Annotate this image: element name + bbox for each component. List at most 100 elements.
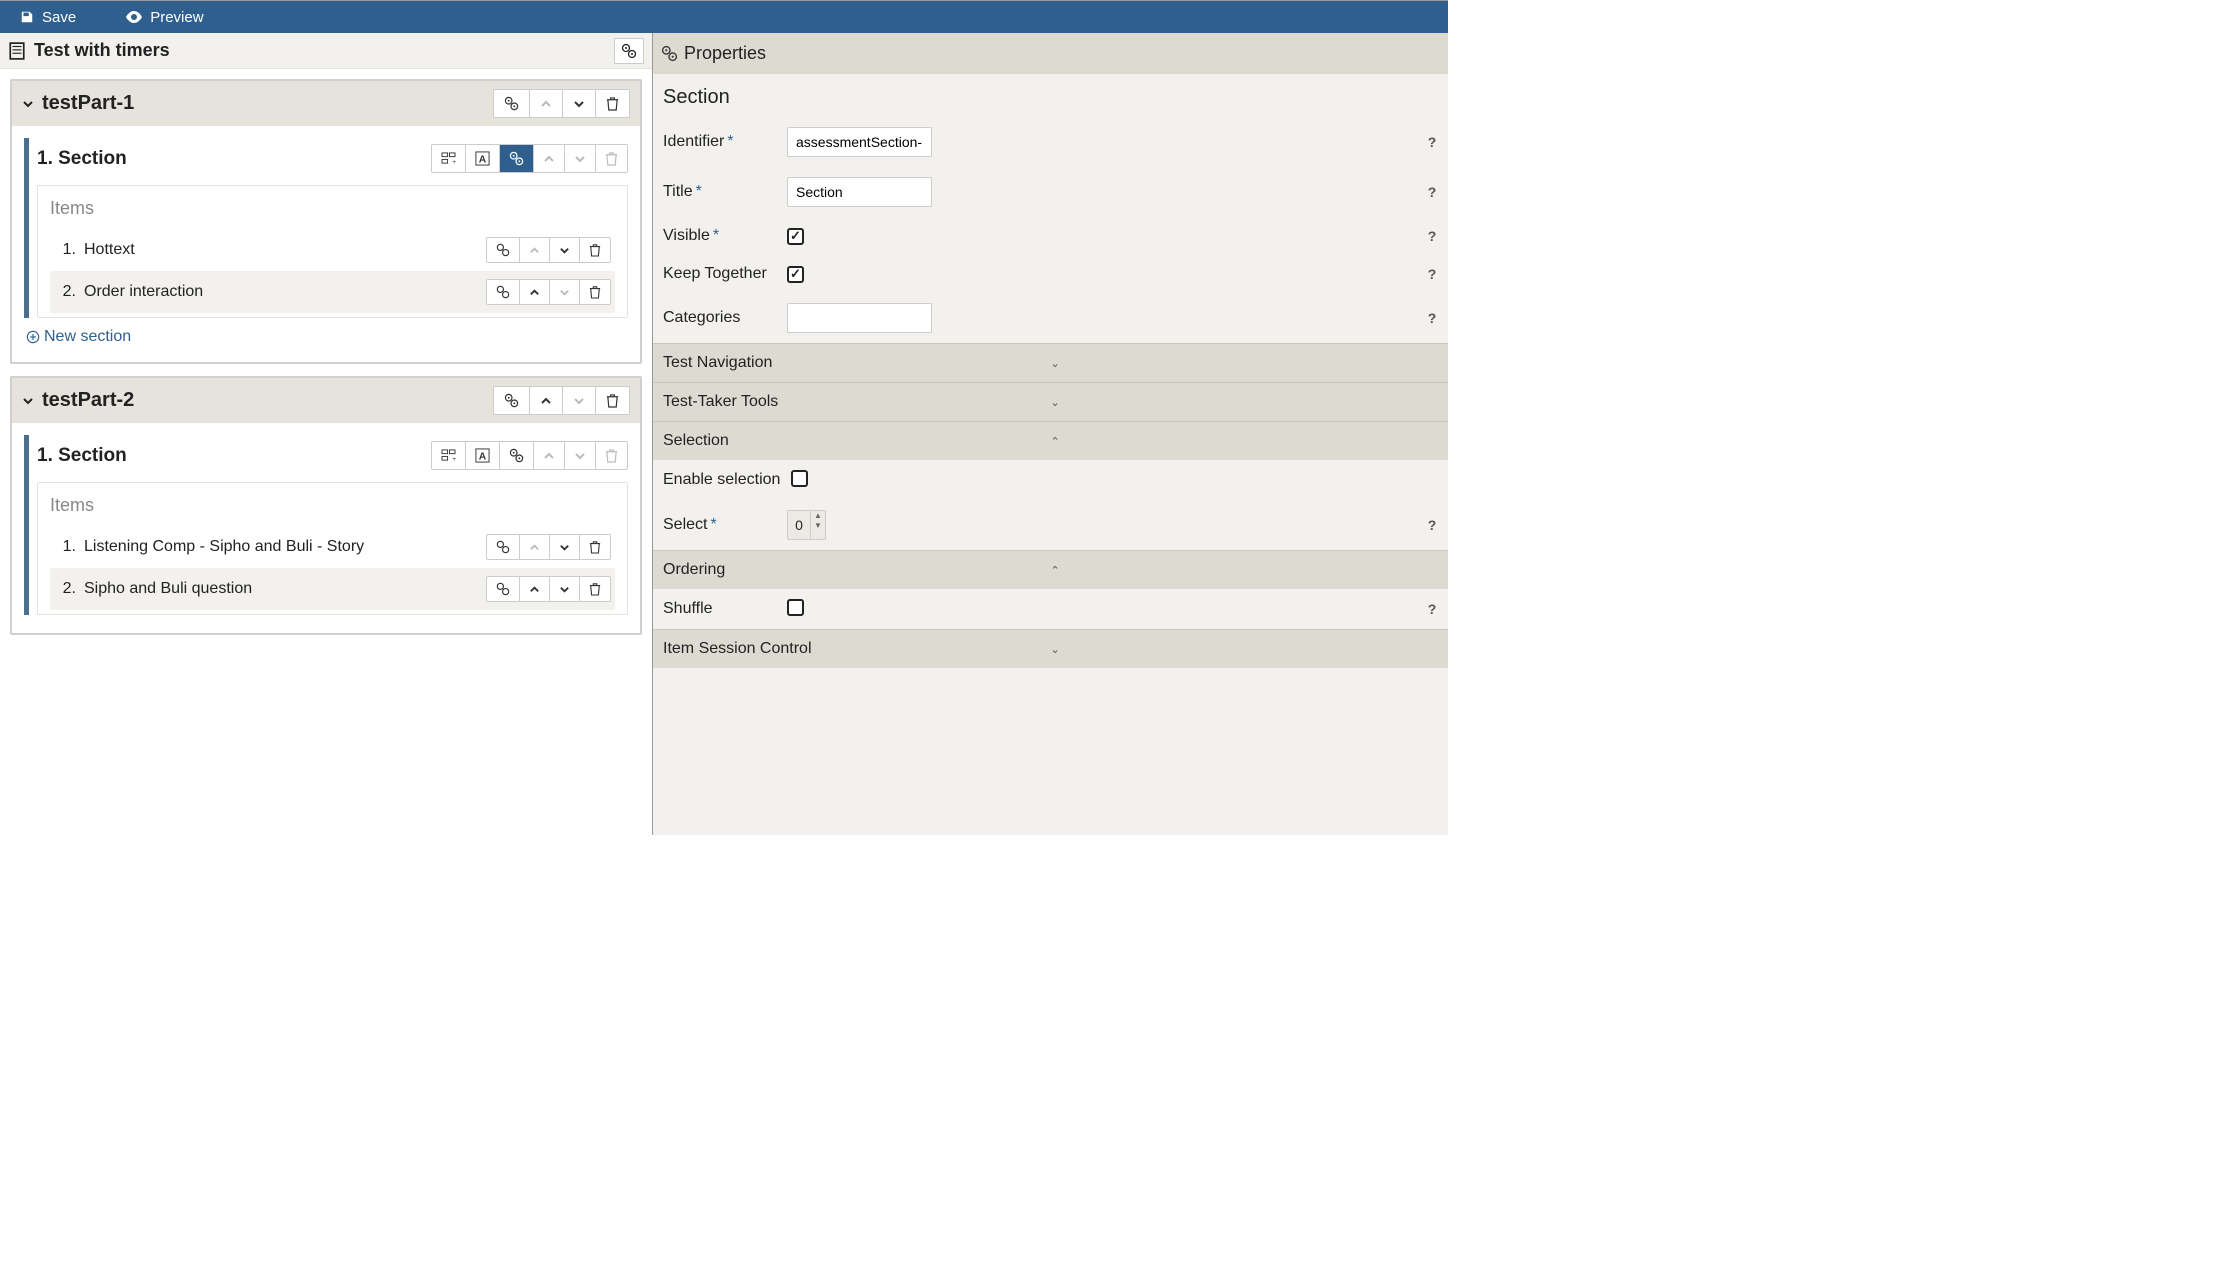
- section-rubric-button[interactable]: A: [466, 145, 500, 172]
- stepper-down[interactable]: ▼: [811, 521, 825, 531]
- title-input[interactable]: [787, 177, 932, 207]
- accordion-selection[interactable]: Selection ⌃: [653, 421, 1448, 460]
- item-settings-button[interactable]: [487, 535, 520, 559]
- shuffle-checkbox[interactable]: [787, 599, 804, 616]
- item-row[interactable]: 2. Order interaction: [50, 271, 615, 313]
- select-stepper[interactable]: 0 ▲▼: [787, 510, 826, 540]
- blocks-icon: +: [441, 152, 456, 165]
- preview-button[interactable]: Preview: [116, 3, 213, 32]
- enable-selection-checkbox[interactable]: [791, 470, 808, 487]
- enable-selection-row: Enable selection: [653, 460, 1448, 500]
- item-move-up-button[interactable]: [520, 535, 550, 559]
- section-move-up-button[interactable]: [534, 442, 565, 469]
- categories-row: Categories ?: [653, 293, 1448, 343]
- item-move-down-button[interactable]: [550, 238, 580, 262]
- section-add-block-button[interactable]: +: [432, 442, 466, 469]
- item-move-down-button[interactable]: [550, 577, 580, 601]
- help-button[interactable]: ?: [1426, 517, 1438, 533]
- section-move-down-button[interactable]: [565, 145, 596, 172]
- help-button[interactable]: ?: [1426, 184, 1438, 200]
- stepper-up[interactable]: ▲: [811, 511, 825, 521]
- accordion-item-session-control[interactable]: Item Session Control ⌄: [653, 629, 1448, 668]
- part-settings-button[interactable]: [494, 90, 530, 117]
- item-move-up-button[interactable]: [520, 577, 550, 601]
- item-row[interactable]: 1. Hottext: [50, 229, 615, 271]
- part-move-up-button[interactable]: [530, 90, 563, 117]
- item-settings-button[interactable]: [487, 577, 520, 601]
- section-delete-button[interactable]: [596, 145, 627, 172]
- trash-icon: [589, 540, 601, 554]
- accordion-label: Item Session Control: [663, 640, 1051, 658]
- properties-header: Properties: [653, 33, 1448, 74]
- preview-label: Preview: [150, 9, 203, 26]
- section-delete-button[interactable]: [596, 442, 627, 469]
- enable-selection-label: Enable selection: [663, 471, 780, 488]
- chevron-down-icon: ⌄: [1051, 396, 1439, 409]
- part-delete-button[interactable]: [596, 387, 629, 414]
- item-row[interactable]: 2. Sipho and Buli question: [50, 568, 615, 610]
- section-title: 1. Section: [37, 445, 431, 467]
- accordion-label: Test Navigation: [663, 354, 1051, 372]
- part-move-up-button[interactable]: [530, 387, 563, 414]
- help-button[interactable]: ?: [1426, 228, 1438, 244]
- identifier-input[interactable]: [787, 127, 932, 157]
- collapse-toggle[interactable]: [22, 395, 34, 407]
- help-button[interactable]: ?: [1426, 266, 1438, 282]
- help-button[interactable]: ?: [1426, 310, 1438, 326]
- item-settings-button[interactable]: [487, 280, 520, 304]
- part-move-down-button[interactable]: [563, 90, 596, 117]
- items-heading: Items: [50, 198, 615, 219]
- help-button[interactable]: ?: [1426, 134, 1438, 150]
- svg-text:+: +: [452, 456, 456, 462]
- item-delete-button[interactable]: [580, 238, 610, 262]
- new-section-button[interactable]: New section: [24, 324, 628, 350]
- item-delete-button[interactable]: [580, 577, 610, 601]
- part-settings-button[interactable]: [494, 387, 530, 414]
- save-button[interactable]: Save: [10, 3, 86, 32]
- required-mark: *: [696, 183, 702, 200]
- properties-section-heading: Section: [653, 74, 1448, 117]
- item-move-down-button[interactable]: [550, 280, 580, 304]
- help-button[interactable]: ?: [1426, 601, 1438, 617]
- section-settings-button[interactable]: [500, 442, 534, 469]
- accordion-test-navigation[interactable]: Test Navigation ⌄: [653, 343, 1448, 382]
- categories-input[interactable]: [787, 303, 932, 333]
- topbar: Save Preview: [0, 1, 1448, 33]
- keeptogether-checkbox[interactable]: [787, 266, 804, 283]
- section-rubric-button[interactable]: A: [466, 442, 500, 469]
- collapse-toggle[interactable]: [22, 98, 34, 110]
- section-move-up-button[interactable]: [534, 145, 565, 172]
- accordion-label: Test-Taker Tools: [663, 393, 1051, 411]
- item-move-up-button[interactable]: [520, 238, 550, 262]
- item-delete-button[interactable]: [580, 535, 610, 559]
- item-row[interactable]: 1. Listening Comp - Sipho and Buli - Sto…: [50, 526, 615, 568]
- part-move-down-button[interactable]: [563, 387, 596, 414]
- section-settings-button[interactable]: [500, 145, 534, 172]
- chevron-down-icon: [574, 153, 586, 165]
- test-settings-button[interactable]: [614, 38, 644, 64]
- new-section-label: New section: [44, 328, 131, 346]
- text-a-icon: A: [475, 448, 490, 463]
- plus-circle-icon: [26, 330, 40, 344]
- section-move-down-button[interactable]: [565, 442, 596, 469]
- item-settings-button[interactable]: [487, 238, 520, 262]
- trash-icon: [589, 285, 601, 299]
- accordion-test-taker-tools[interactable]: Test-Taker Tools ⌄: [653, 382, 1448, 421]
- eye-icon: [126, 10, 142, 24]
- section-add-block-button[interactable]: +: [432, 145, 466, 172]
- item-delete-button[interactable]: [580, 280, 610, 304]
- part-delete-button[interactable]: [596, 90, 629, 117]
- visible-checkbox[interactable]: [787, 228, 804, 245]
- item-label: Listening Comp - Sipho and Buli - Story: [84, 538, 486, 556]
- gears-icon: [509, 448, 524, 463]
- save-label: Save: [42, 9, 76, 26]
- text-a-icon: A: [475, 151, 490, 166]
- item-number: 2.: [54, 580, 76, 598]
- chevron-up-icon: [529, 542, 540, 553]
- categories-label: Categories: [663, 309, 740, 326]
- item-actions: [486, 237, 611, 263]
- accordion-ordering[interactable]: Ordering ⌃: [653, 550, 1448, 589]
- item-move-up-button[interactable]: [520, 280, 550, 304]
- items-box: Items 1. Hottext: [37, 185, 628, 318]
- item-move-down-button[interactable]: [550, 535, 580, 559]
